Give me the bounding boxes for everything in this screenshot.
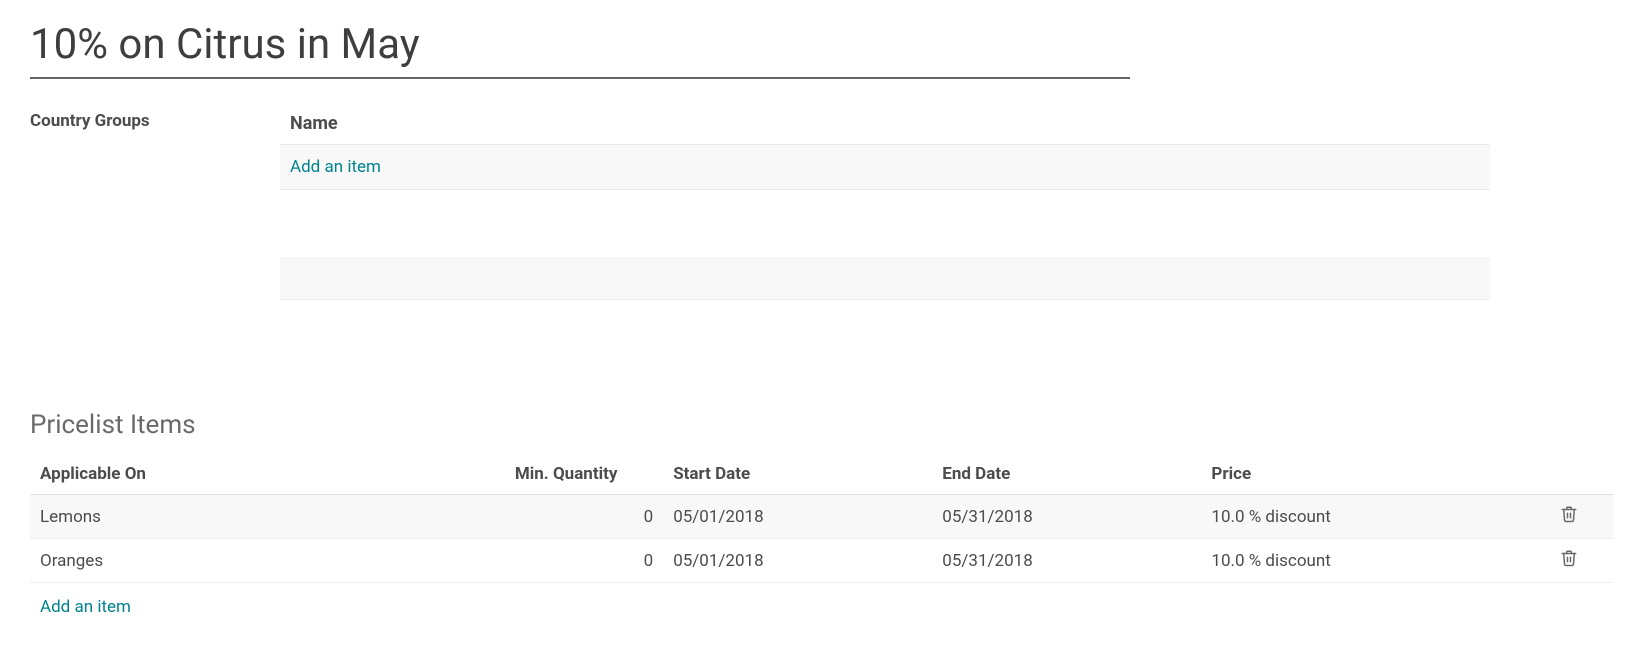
pricelist-header-start-date[interactable]: Start Date bbox=[663, 454, 932, 495]
pricelist-table: Applicable On Min. Quantity Start Date E… bbox=[30, 454, 1613, 627]
pricelist-header-end-date[interactable]: End Date bbox=[932, 454, 1201, 495]
pricelist-row[interactable]: Lemons 0 05/01/2018 05/31/2018 10.0 % di… bbox=[30, 495, 1613, 539]
trash-icon[interactable] bbox=[1560, 549, 1580, 567]
country-groups-label: Country Groups bbox=[30, 107, 280, 131]
country-groups-body: Add an item bbox=[280, 144, 1490, 190]
country-groups-table: Name Add an item bbox=[280, 107, 1490, 300]
pricelist-header-actions bbox=[1550, 454, 1613, 495]
trash-icon[interactable] bbox=[1560, 505, 1580, 523]
country-groups-row: Country Groups Name Add an item bbox=[30, 107, 1613, 300]
cell-price[interactable]: 10.0 % discount bbox=[1201, 495, 1549, 539]
pricelist-add-row: Add an item bbox=[30, 583, 1613, 628]
country-groups-add-item[interactable]: Add an item bbox=[290, 157, 381, 177]
cell-end-date[interactable]: 05/31/2018 bbox=[932, 495, 1201, 539]
cell-applicable-on[interactable]: Lemons bbox=[30, 495, 505, 539]
pricelist-header-applicable-on[interactable]: Applicable On bbox=[30, 454, 505, 495]
cell-applicable-on[interactable]: Oranges bbox=[30, 539, 505, 583]
cell-actions bbox=[1550, 495, 1613, 539]
cell-price[interactable]: 10.0 % discount bbox=[1201, 539, 1549, 583]
cell-actions bbox=[1550, 539, 1613, 583]
cell-start-date[interactable]: 05/01/2018 bbox=[663, 539, 932, 583]
pricelist-add-item[interactable]: Add an item bbox=[40, 597, 131, 617]
pricelist-row[interactable]: Oranges 0 05/01/2018 05/31/2018 10.0 % d… bbox=[30, 539, 1613, 583]
pricelist-header-min-qty[interactable]: Min. Quantity bbox=[505, 454, 663, 495]
country-groups-footer bbox=[280, 258, 1490, 300]
page-title[interactable]: 10% on Citrus in May bbox=[30, 20, 1130, 79]
pricelist-items-title: Pricelist Items bbox=[30, 410, 1613, 440]
cell-end-date[interactable]: 05/31/2018 bbox=[932, 539, 1201, 583]
pricelist-header-price[interactable]: Price bbox=[1201, 454, 1549, 495]
cell-start-date[interactable]: 05/01/2018 bbox=[663, 495, 932, 539]
pricelist-header-row: Applicable On Min. Quantity Start Date E… bbox=[30, 454, 1613, 495]
cell-min-qty[interactable]: 0 bbox=[505, 495, 663, 539]
cell-min-qty[interactable]: 0 bbox=[505, 539, 663, 583]
country-groups-name-header[interactable]: Name bbox=[280, 107, 1490, 144]
